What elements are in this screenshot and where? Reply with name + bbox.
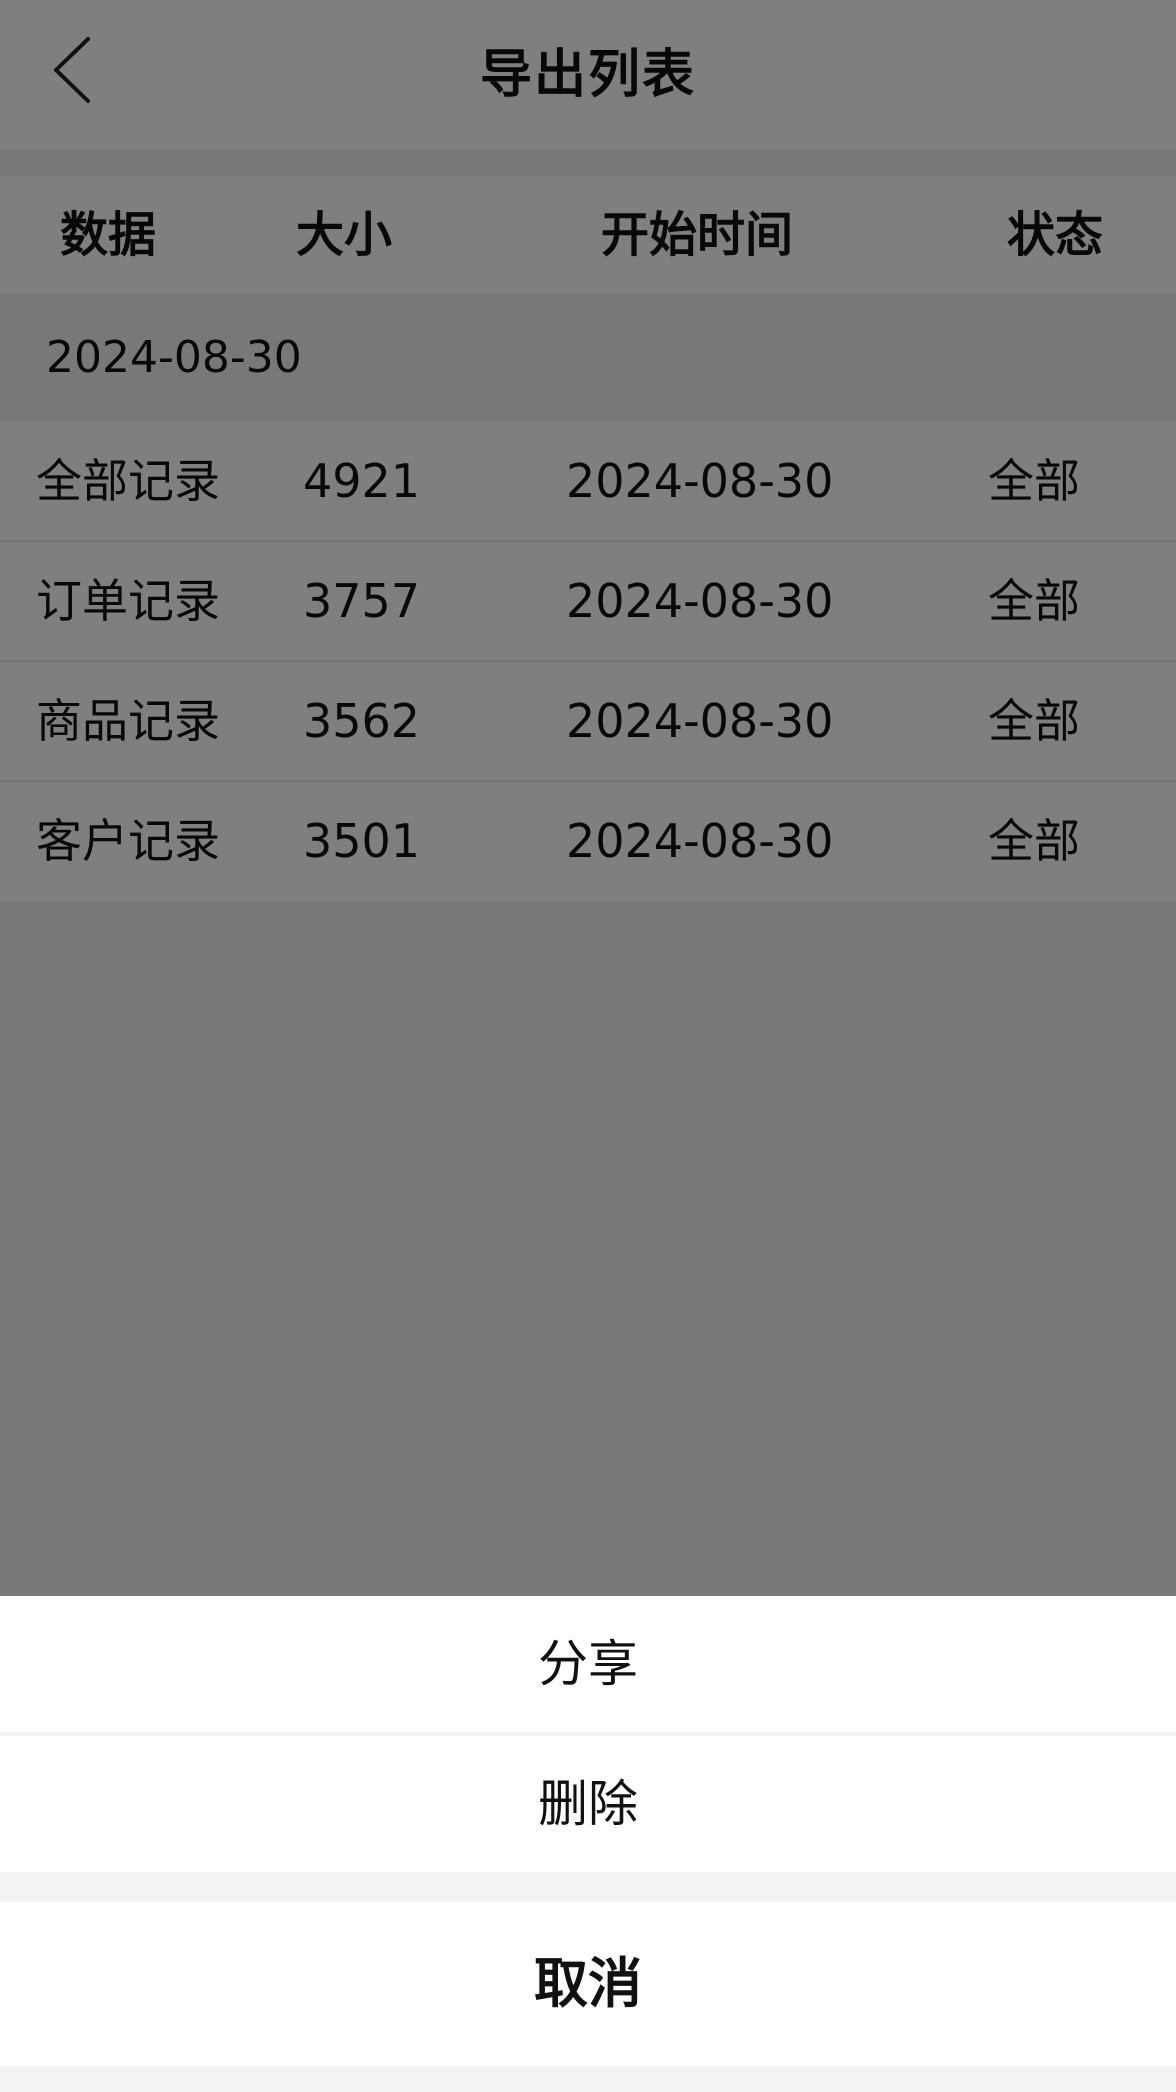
delete-button[interactable]: 删除 xyxy=(0,1736,1176,1872)
cancel-button[interactable]: 取消 xyxy=(0,1902,1176,2066)
dim-overlay[interactable] xyxy=(0,0,1176,1596)
action-sheet: 分享 删除 取消 xyxy=(0,1596,1176,2092)
share-button[interactable]: 分享 xyxy=(0,1596,1176,1732)
